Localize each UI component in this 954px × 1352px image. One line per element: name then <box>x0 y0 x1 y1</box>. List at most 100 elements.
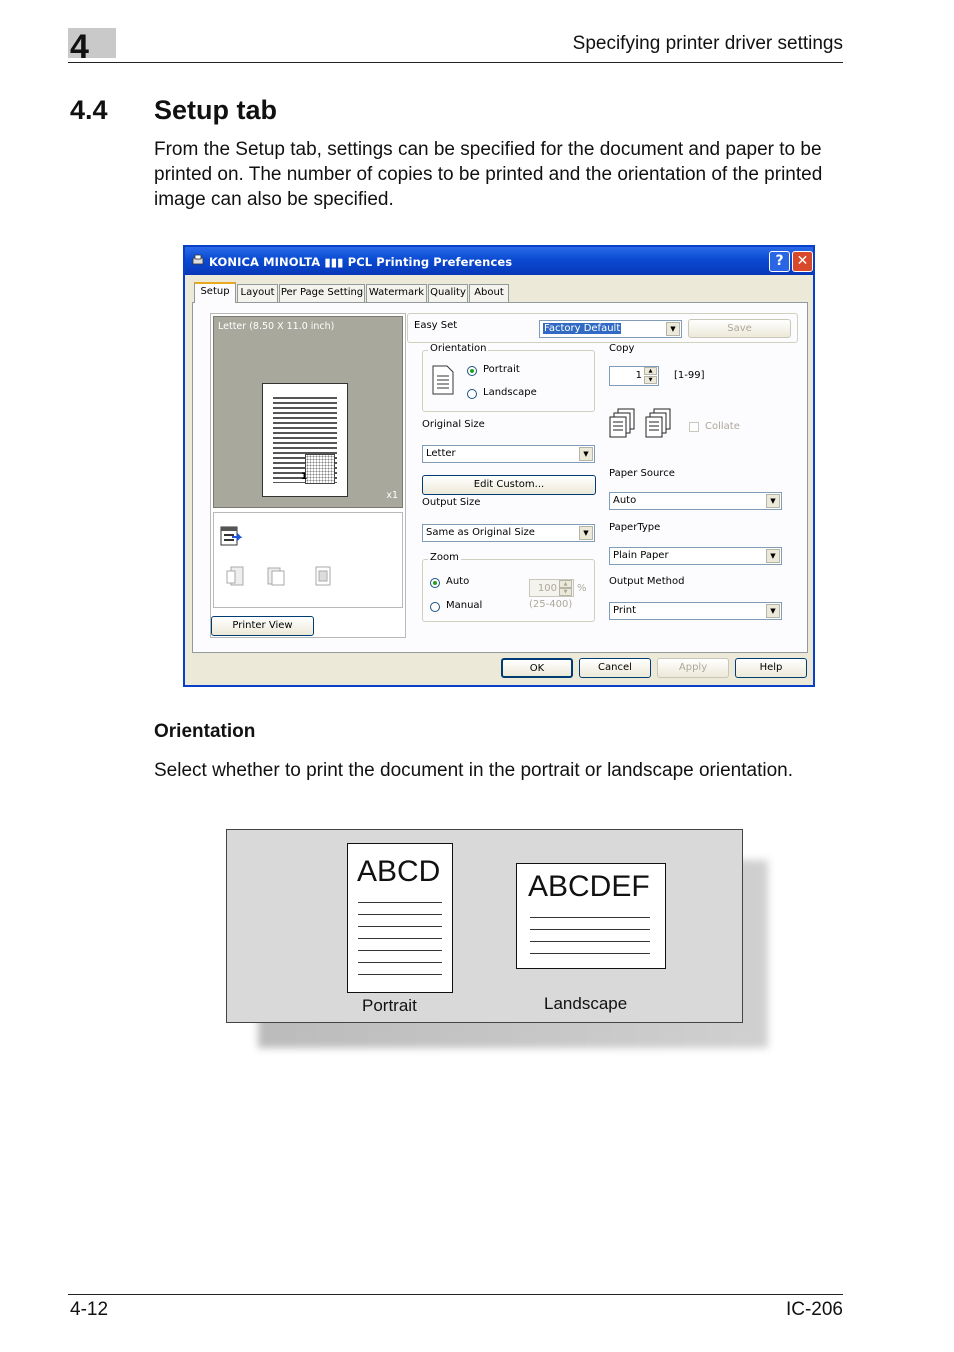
help-title-button[interactable]: ? <box>769 251 790 272</box>
text-line <box>530 941 650 942</box>
spin-down-icon[interactable]: ▼ <box>644 376 657 384</box>
zoom-manual-label: Manual <box>446 600 483 611</box>
zoom-label: Zoom <box>428 552 461 563</box>
output-size-value: Same as Original Size <box>426 527 535 538</box>
easy-set-select[interactable]: Factory Default ▼ <box>539 320 682 338</box>
printing-preferences-dialog: KONICA MINOLTA ▮▮▮ PCL Printing Preferen… <box>183 245 815 687</box>
landscape-label: Landscape <box>483 387 537 398</box>
spin-up-icon[interactable]: ▲ <box>644 367 657 375</box>
zoom-auto-label: Auto <box>446 576 470 587</box>
product-name: IC-206 <box>785 1299 843 1320</box>
collate-label: Collate <box>705 421 740 432</box>
copy-value: 1 <box>635 370 642 381</box>
section-number: 4.4 <box>70 95 108 125</box>
spin-down-icon[interactable]: ▼ <box>559 588 572 596</box>
text-line <box>530 929 650 930</box>
text-line <box>358 926 442 927</box>
output-method-value: Print <box>613 605 637 616</box>
tab-watermark[interactable]: Watermark <box>366 284 427 302</box>
paper-source-label: Paper Source <box>609 468 675 479</box>
collate-checkbox[interactable] <box>689 422 699 432</box>
orientation-description: Select whether to print the document in … <box>154 760 793 781</box>
chevron-down-icon: ▼ <box>766 549 780 563</box>
header-rule <box>68 62 843 63</box>
chevron-down-icon: ▼ <box>766 604 780 618</box>
zoom-auto-radio[interactable] <box>430 578 440 588</box>
help-button[interactable]: Help <box>735 658 807 678</box>
paper-source-value: Auto <box>613 495 637 506</box>
page-preview: Letter (8.50 X 11.0 inch) 1 x1 <box>213 316 403 508</box>
zoom-manual-radio[interactable] <box>430 602 440 612</box>
dialog-titlebar: KONICA MINOLTA ▮▮▮ PCL Printing Preferen… <box>185 247 813 275</box>
portrait-document-text: ABCD <box>357 855 441 888</box>
landscape-radio[interactable] <box>467 389 477 399</box>
spin-up-icon[interactable]: ▲ <box>559 580 572 588</box>
copy-label: Copy <box>609 343 635 354</box>
output-method-select[interactable]: Print ▼ <box>609 602 782 620</box>
zoom-range: (25-400) <box>529 599 573 610</box>
easy-set-value: Factory Default <box>543 323 622 334</box>
chapter-number: 4 <box>70 28 89 66</box>
section-title: Setup tab <box>154 95 278 125</box>
running-header: Specifying printer driver settings <box>572 33 843 54</box>
paper-size-text: Letter (8.50 X 11.0 inch) <box>218 321 335 332</box>
preview-sheet: 1 <box>262 383 348 497</box>
output-method-label: Output Method <box>609 576 685 587</box>
tab-per-page-setting[interactable]: Per Page Setting <box>279 284 365 302</box>
original-size-select[interactable]: Letter ▼ <box>422 445 595 463</box>
paper-source-select[interactable]: Auto ▼ <box>609 492 782 510</box>
paper-type-value: Plain Paper <box>613 550 669 561</box>
output-size-select[interactable]: Same as Original Size ▼ <box>422 524 595 542</box>
orientation-heading: Orientation <box>154 721 256 742</box>
portrait-radio[interactable] <box>467 366 477 376</box>
portrait-page-icon <box>432 365 454 395</box>
original-size-label: Original Size <box>422 419 485 430</box>
chevron-down-icon: ▼ <box>666 322 680 336</box>
paper-type-label: PaperType <box>609 522 661 533</box>
footer-rule <box>68 1294 843 1295</box>
apply-button[interactable]: Apply <box>657 658 729 678</box>
printer-view-button[interactable]: Printer View <box>211 616 314 636</box>
ok-button[interactable]: OK <box>501 658 573 678</box>
edit-custom-button[interactable]: Edit Custom... <box>422 475 596 495</box>
easy-set-label: Easy Set <box>414 320 458 331</box>
page-number-mark: 1 <box>301 472 308 482</box>
tab-layout[interactable]: Layout <box>237 284 278 302</box>
chevron-down-icon: ▼ <box>579 447 593 461</box>
zoom-spinner[interactable]: 100 ▲ ▼ <box>529 579 574 597</box>
tab-setup[interactable]: Setup <box>194 282 236 303</box>
text-line <box>358 950 442 951</box>
zoom-unit: % <box>577 583 587 594</box>
finisher-icon-2 <box>267 567 285 586</box>
tab-quality[interactable]: Quality <box>428 284 468 302</box>
printer-unit-icon <box>220 526 242 546</box>
chevron-down-icon: ▼ <box>579 526 593 540</box>
close-button[interactable]: ✕ <box>792 251 813 272</box>
landscape-caption: Landscape <box>544 994 628 1013</box>
portrait-label: Portrait <box>483 364 520 375</box>
orientation-label: Orientation <box>428 343 489 354</box>
intro-paragraph: From the Setup tab, settings can be spec… <box>154 139 823 210</box>
text-line <box>530 917 650 918</box>
zoom-value: 100 <box>537 583 557 594</box>
collate-icon <box>609 408 671 438</box>
cancel-button[interactable]: Cancel <box>579 658 651 678</box>
chevron-down-icon: ▼ <box>766 494 780 508</box>
text-line <box>358 962 442 963</box>
output-size-label: Output Size <box>422 497 481 508</box>
finisher-icon-1 <box>226 566 244 586</box>
copy-spinner[interactable]: 1 ▲ ▼ <box>609 366 659 386</box>
landscape-document-text: ABCDEF <box>528 870 650 903</box>
text-line <box>530 953 650 954</box>
text-line <box>358 914 442 915</box>
paper-type-select[interactable]: Plain Paper ▼ <box>609 547 782 565</box>
save-button[interactable]: Save <box>688 319 791 338</box>
text-line <box>358 938 442 939</box>
preview-column: Letter (8.50 X 11.0 inch) 1 x1 <box>210 313 406 638</box>
text-line <box>358 902 442 903</box>
copy-range: [1-99] <box>674 370 705 381</box>
portrait-caption: Portrait <box>362 996 417 1015</box>
tab-about[interactable]: About <box>469 284 509 302</box>
page-number: 4-12 <box>70 1299 109 1320</box>
printer-icon <box>192 254 204 265</box>
